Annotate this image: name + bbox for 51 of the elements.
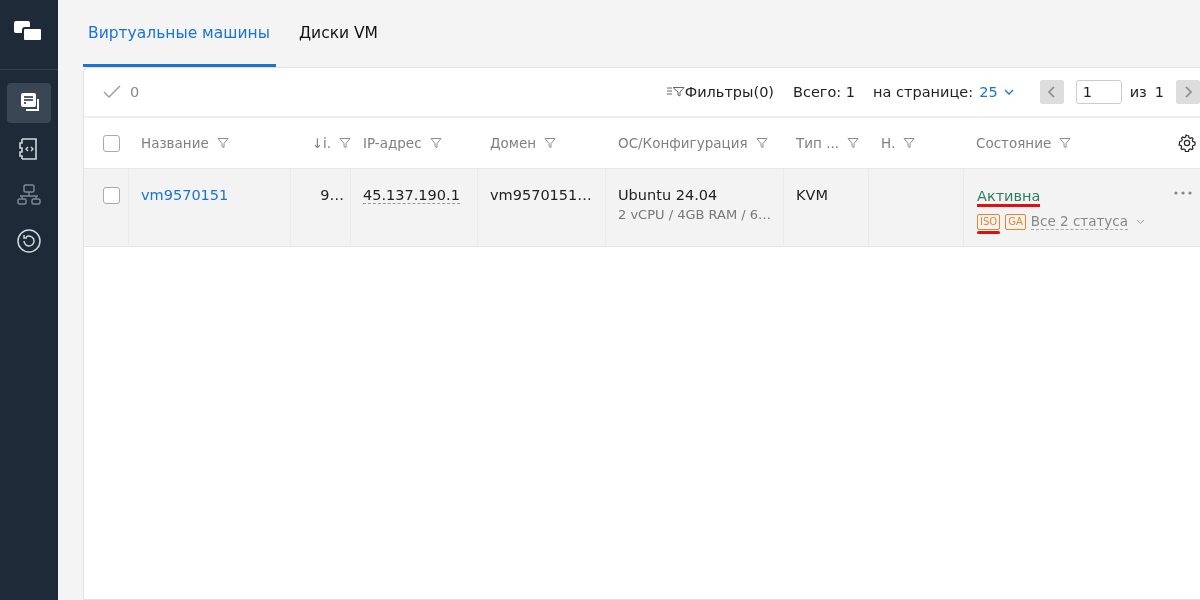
next-page-button[interactable] bbox=[1176, 80, 1200, 104]
ip-address[interactable]: 45.137.190.1 bbox=[363, 187, 460, 204]
status-badge: ISO bbox=[977, 214, 1001, 230]
total-count: Всего: 1 bbox=[793, 84, 856, 100]
of-label: из bbox=[1129, 84, 1147, 100]
table-cell: 9… bbox=[320, 187, 344, 203]
status-badge: GA bbox=[1005, 214, 1026, 230]
column-header[interactable]: Состояние bbox=[976, 135, 1052, 151]
filter-icon[interactable] bbox=[1059, 137, 1072, 149]
table-cell: KVM bbox=[796, 187, 828, 203]
nav-item[interactable] bbox=[7, 83, 51, 123]
table-cell: vm9570151… bbox=[490, 187, 592, 203]
column-header[interactable]: Н. bbox=[881, 135, 896, 151]
filter-icon[interactable] bbox=[903, 137, 916, 149]
filter-icon[interactable] bbox=[755, 137, 768, 149]
page-field[interactable]: 1 bbox=[1075, 80, 1122, 104]
per-page-label: на странице: bbox=[873, 84, 974, 100]
column-header[interactable]: Домен bbox=[490, 135, 537, 151]
config-text: 2 vCPU / 4GB RAM / 6… bbox=[618, 207, 773, 222]
page-total: 1 bbox=[1154, 84, 1164, 100]
status-text: Активна bbox=[977, 188, 1041, 207]
network-icon bbox=[16, 182, 42, 208]
column-header[interactable]: ОС/Конфигурация bbox=[618, 135, 748, 151]
checkmark-icon[interactable] bbox=[103, 85, 121, 99]
filter-icon[interactable] bbox=[429, 137, 442, 149]
filters-link[interactable]: Фильтры(0) bbox=[684, 84, 775, 100]
previous-page-button[interactable] bbox=[1039, 80, 1064, 104]
os-name: Ubuntu 24.04 bbox=[618, 187, 718, 203]
column-header[interactable]: Название bbox=[141, 135, 209, 151]
column-header[interactable]: IP-адрес bbox=[363, 135, 422, 151]
tab[interactable]: Диски VM bbox=[293, 0, 384, 67]
vm-name-link[interactable]: vm9570151 bbox=[141, 187, 229, 203]
selected-count: 0 bbox=[130, 84, 140, 100]
chevron-left-icon bbox=[1046, 86, 1057, 98]
filter-icon[interactable] bbox=[847, 137, 859, 149]
checkbox[interactable] bbox=[103, 134, 120, 152]
checkbox[interactable] bbox=[103, 187, 120, 204]
chevron-down-icon[interactable] bbox=[1003, 88, 1014, 96]
column-header[interactable]: Тип ... bbox=[796, 135, 839, 151]
statuses-dropdown[interactable]: Все 2 статуса bbox=[1030, 213, 1129, 230]
filter-icon[interactable] bbox=[216, 137, 229, 149]
column-header[interactable]: ↓i. bbox=[311, 135, 331, 151]
settings-icon[interactable] bbox=[1178, 134, 1196, 152]
filter-icon[interactable] bbox=[339, 137, 351, 149]
restore-icon bbox=[16, 228, 42, 254]
chevron-right-icon bbox=[1183, 86, 1193, 98]
per-page-select[interactable]: 25 bbox=[979, 84, 998, 100]
more-icon[interactable] bbox=[1174, 191, 1192, 195]
chevron-down-icon[interactable] bbox=[1136, 218, 1146, 225]
filter-icon[interactable] bbox=[666, 86, 685, 98]
filter-icon[interactable] bbox=[544, 137, 557, 149]
